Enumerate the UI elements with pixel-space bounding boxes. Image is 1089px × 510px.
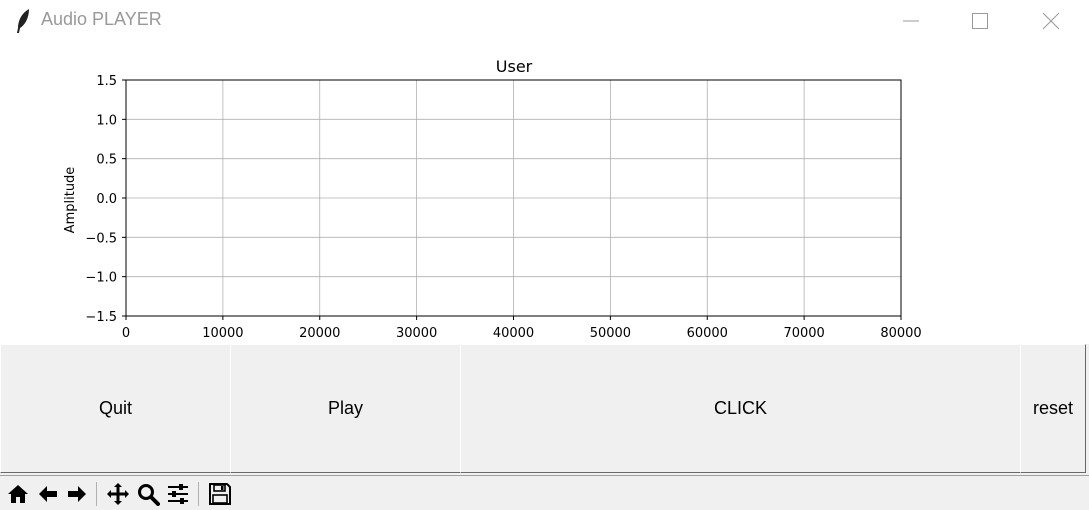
y-tick-label: 1.5 xyxy=(96,74,117,89)
plot-canvas[interactable]: User Amplitude 0 10000 20000 30000 40000 5000… xyxy=(0,42,1089,344)
back-icon xyxy=(38,485,57,502)
quit-button[interactable]: Quit xyxy=(0,344,231,473)
zoom-icon xyxy=(137,483,160,506)
save-button[interactable] xyxy=(206,480,233,507)
back-button[interactable] xyxy=(34,480,61,507)
x-tick-label: 30000 xyxy=(396,326,437,341)
y-axis-label: Amplitude xyxy=(63,167,78,234)
x-tick-label: 70000 xyxy=(783,326,824,341)
play-button[interactable]: Play xyxy=(230,344,461,473)
minimize-icon xyxy=(903,20,919,22)
window-title: Audio PLAYER xyxy=(41,9,162,29)
close-button[interactable] xyxy=(1016,0,1086,42)
click-button[interactable]: CLICK xyxy=(460,344,1021,473)
y-tick-label: −1.5 xyxy=(85,310,117,325)
x-tick-label: 0 xyxy=(122,326,130,341)
maximize-button[interactable] xyxy=(945,0,1015,42)
y-tick-label: −0.5 xyxy=(85,231,117,246)
title-bar: Audio PLAYER xyxy=(0,0,1089,42)
minimize-button[interactable] xyxy=(876,0,946,42)
save-icon xyxy=(208,482,231,505)
x-tick-label: 20000 xyxy=(299,326,340,341)
pan-icon xyxy=(106,482,129,505)
navigation-toolbar xyxy=(0,475,1089,510)
y-tick-label: 0.5 xyxy=(96,153,117,168)
home-icon xyxy=(7,484,28,503)
y-tick-label: 0.0 xyxy=(96,192,117,207)
forward-icon xyxy=(67,485,86,502)
x-tick-label: 80000 xyxy=(880,326,921,341)
x-tick-label: 60000 xyxy=(687,326,728,341)
y-tick-label: 1.0 xyxy=(96,113,117,128)
feather-icon xyxy=(17,9,29,33)
grid-lines xyxy=(125,79,902,317)
y-tick-label: −1.0 xyxy=(85,271,117,286)
x-tick-label: 50000 xyxy=(590,326,631,341)
maximize-icon xyxy=(972,13,988,29)
amplitude-chart: User Amplitude 0 10000 20000 30000 40000 5000… xyxy=(63,57,922,341)
close-icon xyxy=(1042,12,1060,30)
pan-button[interactable] xyxy=(104,480,131,507)
forward-button[interactable] xyxy=(63,480,90,507)
x-tick-label: 40000 xyxy=(493,326,534,341)
configure-subplots-button[interactable] xyxy=(164,480,191,507)
configure-subplots-icon xyxy=(167,483,188,504)
button-row: Quit Play CLICK reset xyxy=(0,344,1089,475)
toolbar-separator xyxy=(96,482,97,506)
home-button[interactable] xyxy=(4,480,31,507)
toolbar-separator xyxy=(198,482,199,506)
reset-button[interactable]: reset xyxy=(1020,344,1086,473)
axis-ticks: 0 10000 20000 30000 40000 50000 60000 70000 8000… xyxy=(85,74,921,341)
zoom-button[interactable] xyxy=(134,480,161,507)
x-tick-label: 10000 xyxy=(202,326,243,341)
chart-title: User xyxy=(496,57,533,76)
